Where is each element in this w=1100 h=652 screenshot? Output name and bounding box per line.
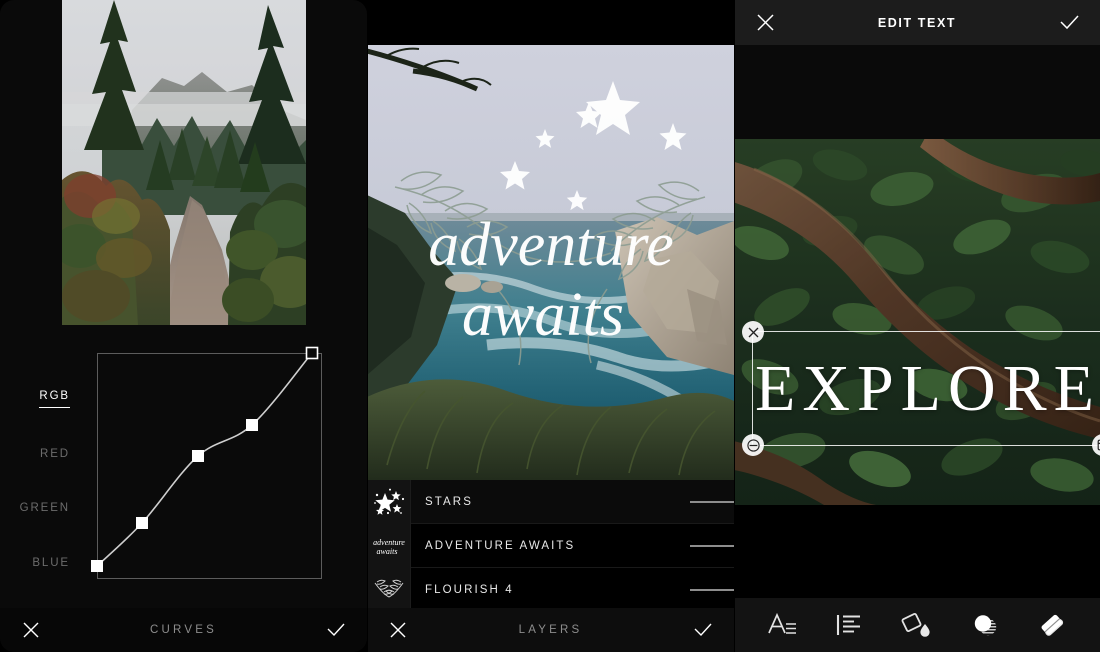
channel-rgb[interactable]: RGB (0, 372, 78, 427)
drag-bar (719, 500, 734, 503)
svg-text:adventure: adventure (373, 538, 405, 547)
check-icon (327, 623, 345, 637)
close-icon (748, 327, 758, 337)
color-tool[interactable] (897, 605, 937, 645)
curve-point-0[interactable] (91, 560, 103, 572)
align-left-icon (837, 615, 861, 635)
text-rotate-handle[interactable] (742, 434, 764, 456)
drag-bar (690, 544, 705, 547)
layer-list: STARS adventure awaits ADVENTURE AWAITS (367, 479, 734, 612)
layer-name: FLOURISH 4 (425, 583, 514, 596)
channel-label: GREEN (19, 502, 70, 515)
edit-text-confirm-button[interactable] (1056, 10, 1082, 36)
tone-curve-editor[interactable] (91, 346, 322, 579)
close-icon (756, 14, 774, 31)
explore-text-value[interactable]: EXPLORE (753, 332, 1100, 445)
layers-panel-title: LAYERS (518, 624, 583, 636)
curve-channel-list: RGB RED GREEN BLUE (0, 372, 78, 590)
edit-text-header: EDIT TEXT (734, 0, 1100, 45)
edit-text-spacer (734, 45, 1100, 139)
layer-name: ADVENTURE AWAITS (425, 539, 576, 552)
layer-drag-handle[interactable] (690, 499, 734, 504)
close-icon (390, 622, 406, 638)
drag-bar (719, 588, 734, 591)
opacity-tool[interactable] (965, 605, 1005, 645)
check-icon (694, 623, 712, 637)
font-tool[interactable] (762, 605, 802, 645)
channel-blue[interactable]: BLUE (0, 536, 78, 591)
curve-point-4[interactable] (305, 346, 319, 360)
layer-row-adventure-awaits[interactable]: adventure awaits ADVENTURE AWAITS (367, 523, 734, 568)
layers-cancel-button[interactable] (385, 617, 411, 643)
curves-source-photo (62, 0, 306, 325)
eraser-icon (1041, 614, 1064, 636)
channel-label: BLUE (32, 556, 70, 569)
layers-confirm-button[interactable] (690, 617, 716, 643)
edit-text-panel: EDIT TEXT EXPLORE (734, 0, 1100, 652)
layer-drag-handle[interactable] (690, 587, 734, 592)
curve-grid-box (97, 353, 322, 579)
curve-control-points (91, 346, 319, 572)
edit-text-title: EDIT TEXT (877, 15, 957, 30)
layer-row-flourish-4[interactable]: FLOURISH 4 (367, 567, 734, 612)
drag-bar (719, 544, 734, 547)
drag-bar (690, 588, 705, 591)
curve-point-3[interactable] (246, 419, 258, 431)
drag-bar (704, 500, 720, 503)
channel-label: RED (40, 447, 70, 460)
curves-panel-title: CURVES (150, 624, 217, 636)
drag-bar (704, 544, 720, 547)
rotate-handle-icon (746, 438, 760, 452)
panel-divider-1 (367, 0, 368, 652)
drag-bar (704, 588, 720, 591)
opacity-icon (974, 615, 996, 636)
edit-text-toolbar (734, 598, 1100, 652)
edit-text-cancel-button[interactable] (752, 10, 778, 36)
layers-preview-canvas[interactable]: adventure awaits (367, 45, 734, 480)
curve-point-2[interactable] (192, 450, 204, 462)
curves-confirm-button[interactable] (323, 617, 349, 643)
drag-bar (690, 500, 705, 503)
script-text-thumbnail: adventure awaits (367, 523, 411, 568)
align-tool[interactable] (829, 605, 869, 645)
layer-name: STARS (425, 495, 473, 508)
laurel-wreath-thumbnail (367, 567, 411, 612)
panel-divider-2 (734, 0, 735, 652)
layers-panel: adventure awaits STARS adventure awaits … (367, 0, 734, 652)
stars-thumbnail (367, 479, 411, 524)
overlay-script-line2: awaits (462, 281, 624, 349)
curves-cancel-button[interactable] (18, 617, 44, 643)
eraser-tool[interactable] (1032, 605, 1072, 645)
channel-label: RGB (39, 390, 70, 409)
curve-line (96, 352, 313, 567)
channel-red[interactable]: RED (0, 427, 78, 482)
paint-bucket-icon (901, 613, 930, 637)
channel-green[interactable]: GREEN (0, 481, 78, 536)
layers-action-bar: LAYERS (367, 608, 734, 652)
text-delete-handle[interactable] (742, 321, 764, 343)
font-icon (768, 612, 796, 634)
curves-action-bar: CURVES (0, 608, 367, 652)
svg-text:awaits: awaits (376, 547, 397, 556)
curve-point-1[interactable] (136, 517, 148, 529)
layer-drag-handle[interactable] (690, 543, 734, 548)
check-icon (1059, 14, 1079, 29)
layer-row-stars[interactable]: STARS (367, 479, 734, 524)
text-selection-box[interactable]: EXPLORE (742, 321, 1100, 456)
app-root: RGB RED GREEN BLUE CURVES adventure awai… (0, 0, 1100, 652)
close-icon (23, 622, 39, 638)
curves-panel: RGB RED GREEN BLUE CURVES (0, 0, 367, 652)
edit-text-canvas[interactable]: EXPLORE (734, 139, 1100, 505)
overlay-script-line1: adventure (428, 211, 674, 279)
